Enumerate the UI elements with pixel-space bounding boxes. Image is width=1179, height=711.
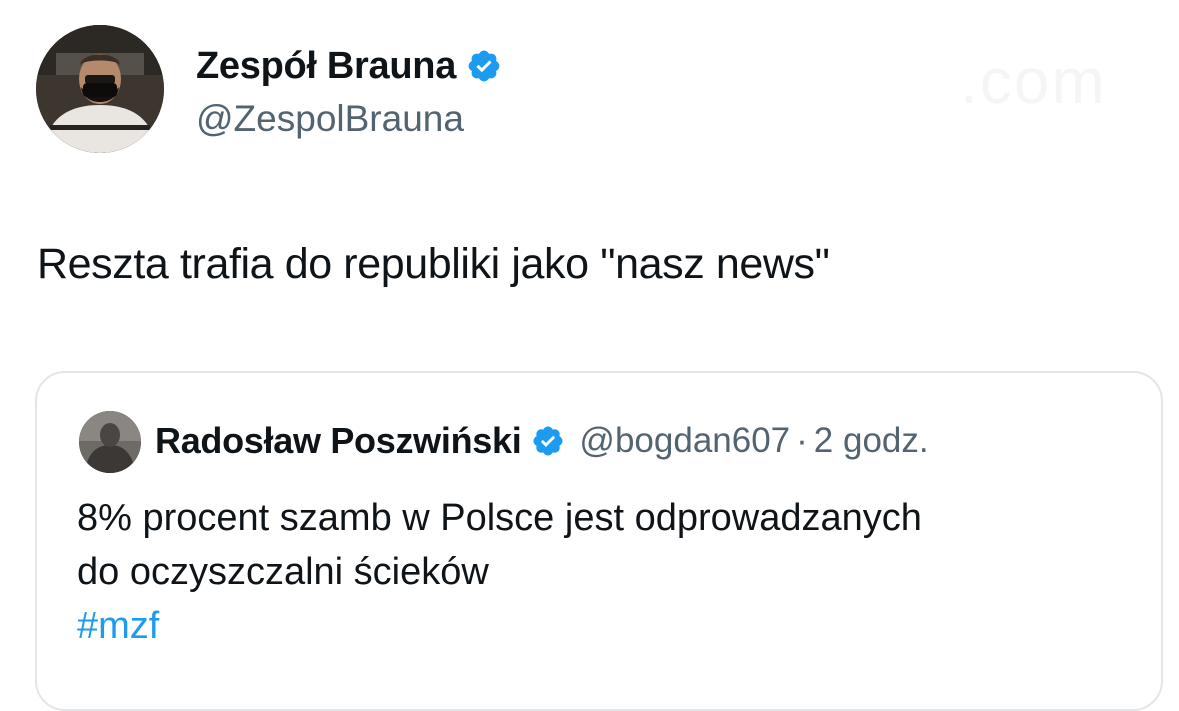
quoted-tweet[interactable]: Radosław Poszwiński @bogdan607 · 2 godz.… (35, 371, 1163, 711)
quoted-author-display-name[interactable]: Radosław Poszwiński (155, 420, 522, 462)
verified-badge-icon (466, 48, 502, 84)
tweet-text: Reszta trafia do republiki jako "nasz ne… (37, 240, 830, 288)
watermark: .com (960, 45, 1107, 117)
separator-dot: · (796, 421, 808, 460)
quoted-text-line: do oczyszczalni ścieków (77, 551, 489, 593)
quoted-text: 8% procent szamb w Polsce jest odprowadz… (77, 491, 1137, 653)
quoted-timestamp[interactable]: 2 godz. (814, 421, 929, 461)
author-handle[interactable]: @ZespolBrauna (196, 98, 464, 140)
verified-badge-icon (531, 424, 565, 458)
quoted-text-line: 8% procent szamb w Polsce jest odprowadz… (77, 497, 922, 539)
author-avatar[interactable] (36, 25, 164, 153)
quoted-author-avatar[interactable] (79, 411, 141, 473)
quoted-author-handle[interactable]: @bogdan607 (579, 421, 790, 461)
quoted-avatar-image (79, 411, 141, 473)
tweet: .com Zespół Brauna @ZespolBrauna Reszta … (0, 0, 1179, 711)
author-display-name[interactable]: Zespół Brauna (196, 45, 456, 88)
hashtag-link[interactable]: #mzf (77, 599, 1137, 653)
quoted-header: Radosław Poszwiński @bogdan607 · 2 godz. (155, 417, 929, 465)
avatar-image (36, 25, 164, 153)
author-name-row: Zespół Brauna (196, 40, 502, 92)
